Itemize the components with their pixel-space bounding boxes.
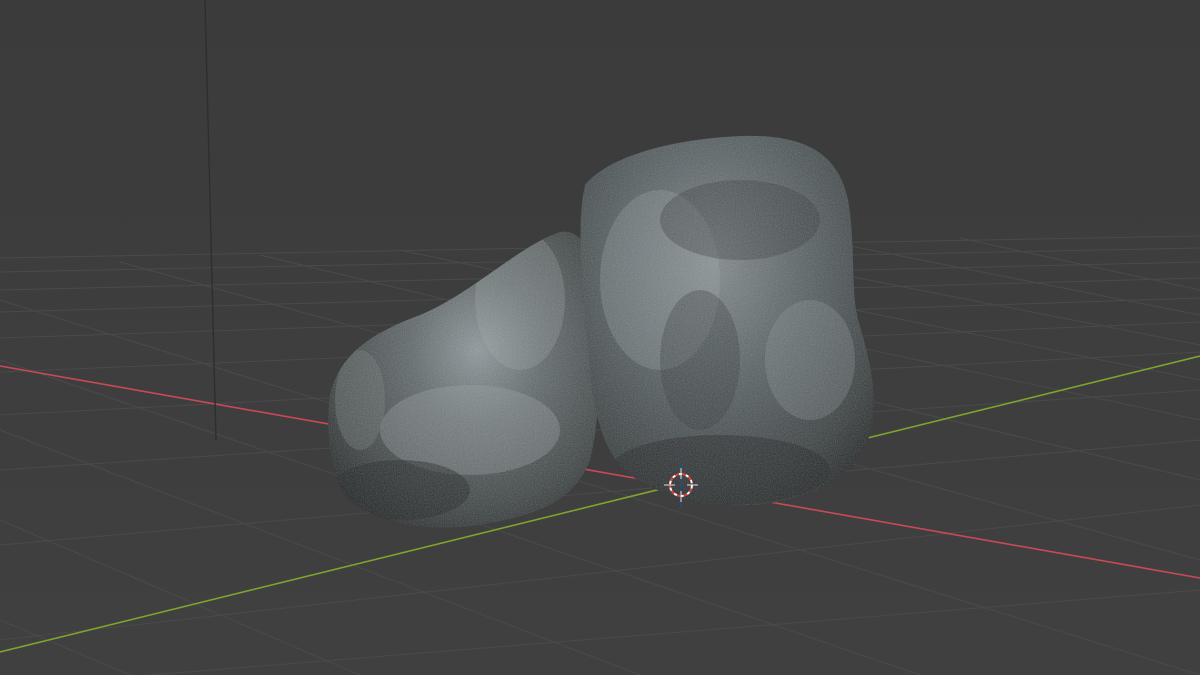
viewport-scene[interactable] [0, 0, 1200, 675]
rock-right[interactable] [570, 130, 880, 510]
3d-viewport[interactable] [0, 0, 1200, 675]
